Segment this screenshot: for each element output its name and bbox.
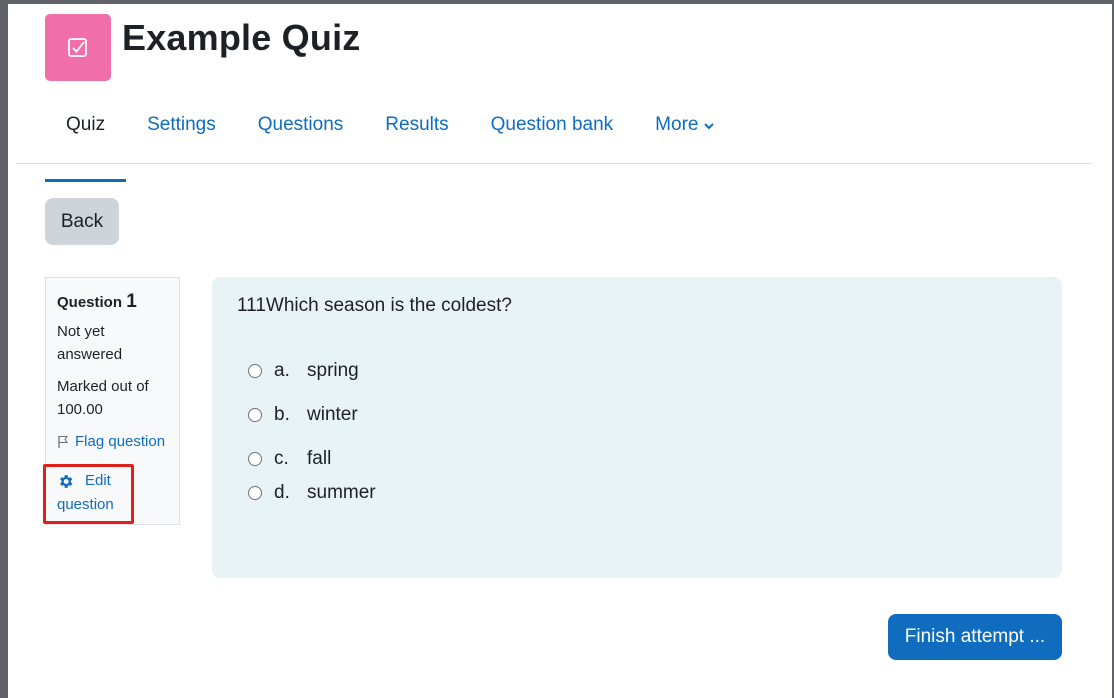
radio-c[interactable] — [248, 452, 262, 466]
tab-more-label: More — [655, 114, 699, 136]
tab-more[interactable]: More — [634, 104, 735, 164]
flag-question-label: Flag question — [75, 433, 166, 450]
quiz-checkbox-icon — [45, 14, 111, 81]
finish-attempt-button[interactable]: Finish attempt ... — [888, 614, 1062, 660]
tab-questions[interactable]: Questions — [237, 104, 365, 164]
secondary-navigation: Quiz Settings Questions Results Question… — [45, 104, 735, 182]
question-state: Not yet answered — [57, 323, 123, 363]
radio-b[interactable] — [248, 408, 262, 422]
tabs-divider — [16, 163, 1092, 164]
tab-question-bank[interactable]: Question bank — [470, 104, 635, 164]
answer-text: spring — [307, 360, 359, 381]
answer-option-c[interactable]: c. fall — [248, 448, 331, 470]
answer-letter: d. — [274, 482, 290, 503]
answer-text: fall — [307, 448, 332, 469]
question-label: Question — [57, 294, 123, 311]
question-number: Question 1 — [57, 290, 179, 314]
answer-option-a[interactable]: a. spring — [248, 360, 359, 382]
page-header: Example Quiz — [45, 14, 360, 81]
answer-option-b[interactable]: b. winter — [248, 404, 358, 426]
question-text: 111Which season is the coldest? — [237, 295, 512, 316]
answer-letter: a. — [274, 360, 290, 381]
answer-letter: b. — [274, 404, 290, 425]
answer-text: winter — [307, 404, 358, 425]
highlight-box — [43, 464, 134, 524]
flag-question-link[interactable]: Flag question — [57, 430, 179, 453]
radio-d[interactable] — [248, 486, 262, 500]
tab-results[interactable]: Results — [364, 104, 469, 164]
back-button[interactable]: Back — [45, 198, 119, 245]
tab-quiz[interactable]: Quiz — [45, 104, 127, 182]
flag-icon — [58, 435, 69, 448]
page-title: Example Quiz — [122, 16, 361, 58]
answer-option-d[interactable]: d. summer — [248, 482, 376, 504]
answer-text: summer — [307, 482, 376, 503]
question-info-panel: Question 1 Not yet answered Marked out o… — [43, 277, 180, 525]
tab-settings[interactable]: Settings — [126, 104, 237, 164]
answer-letter: c. — [274, 448, 289, 469]
question-number-value: 1 — [126, 291, 137, 312]
window-frame-left — [0, 0, 8, 698]
radio-a[interactable] — [248, 364, 262, 378]
window-frame-top — [0, 0, 1114, 4]
question-content: 111Which season is the coldest? a. sprin… — [212, 277, 1062, 578]
chevron-down-icon — [704, 104, 715, 146]
question-grade: Marked out of 100.00 — [57, 378, 149, 418]
